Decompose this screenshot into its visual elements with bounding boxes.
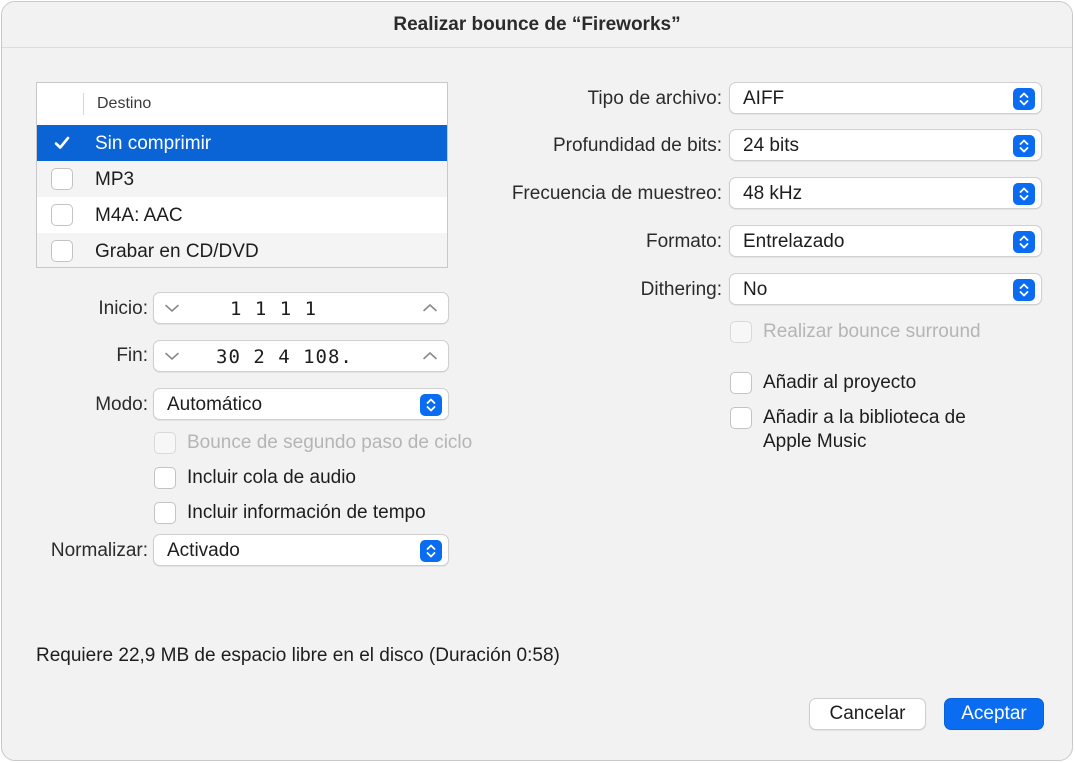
format-label: Formato: [645,231,722,252]
add-library-option[interactable]: Añadir a la biblioteca de Apple Music [730,406,1030,454]
chevron-up-icon[interactable] [421,347,439,365]
destination-row-mp3[interactable]: MP3 [37,161,447,197]
title-bar: Realizar bounce de “Fireworks” [2,2,1072,48]
format-popup[interactable]: Entrelazado [729,225,1042,257]
dialog-title: Realizar bounce de “Fireworks” [393,13,681,35]
start-label: Inicio: [98,298,148,319]
sample-rate-label: Frecuencia de muestreo: [511,183,722,204]
audio-tail-option[interactable]: Incluir cola de audio [154,466,356,490]
start-position-value: 1 1 1 1 [230,298,318,320]
dithering-value: No [743,279,768,300]
bit-depth-label: Profundidad de bits: [552,135,722,156]
updown-arrows-icon [1013,231,1035,253]
cycle-bounce-option: Bounce de segundo paso de ciclo [154,431,472,455]
start-position-field[interactable]: 1 1 1 1 [153,292,449,324]
updown-arrows-icon [1013,88,1035,110]
destination-row-m4a[interactable]: M4A: AAC [37,197,447,233]
add-library-checkbox[interactable] [730,407,752,429]
normalize-label: Normalizar: [50,540,148,561]
updown-arrows-icon [1013,135,1035,157]
destination-uncompressed-checkbox[interactable] [51,132,73,154]
normalize-popup[interactable]: Activado [153,534,449,566]
audio-tail-label: Incluir cola de audio [187,467,356,488]
end-position-value: 30 2 4 108. [216,346,353,368]
surround-checkbox [730,321,752,343]
mode-popup[interactable]: Automático [153,388,449,420]
audio-tail-checkbox[interactable] [154,467,176,489]
destination-row-cd-dvd[interactable]: Grabar en CD/DVD [37,233,447,267]
accept-button[interactable]: Aceptar [944,698,1044,730]
tempo-info-checkbox[interactable] [154,502,176,524]
bounce-dialog: Realizar bounce de “Fireworks” Destino S… [1,1,1073,761]
destination-row-uncompressed[interactable]: Sin comprimir [37,125,447,161]
column-separator [83,93,84,115]
dithering-label: Dithering: [640,279,722,300]
updown-arrows-icon [420,394,442,416]
destination-column-label: Destino [97,95,152,112]
destination-header: Destino [37,83,447,125]
end-position-field[interactable]: 30 2 4 108. [153,340,449,372]
chevron-down-icon[interactable] [163,347,181,365]
chevron-up-icon[interactable] [421,299,439,317]
destination-table: Destino Sin comprimir MP3 M4A: AAC Graba… [36,82,448,268]
updown-arrows-icon [1013,183,1035,205]
sample-rate-value: 48 kHz [743,183,803,204]
destination-cd-dvd-checkbox[interactable] [51,240,73,262]
updown-arrows-icon [420,540,442,562]
destination-label: M4A: AAC [95,205,183,226]
file-type-label: Tipo de archivo: [587,88,722,109]
updown-arrows-icon [1013,279,1035,301]
add-project-option[interactable]: Añadir al proyecto [730,371,916,395]
mode-label: Modo: [95,394,148,415]
file-type-popup[interactable]: AIFF [729,82,1042,114]
cycle-bounce-label: Bounce de segundo paso de ciclo [187,432,473,453]
normalize-value: Activado [167,540,240,561]
destination-m4a-checkbox[interactable] [51,204,73,226]
add-library-label: Añadir a la biblioteca de Apple Music [763,407,966,452]
format-value: Entrelazado [743,231,845,252]
file-type-value: AIFF [743,88,785,109]
checkmark-icon [54,136,70,149]
tempo-info-option[interactable]: Incluir información de tempo [154,501,426,525]
sample-rate-popup[interactable]: 48 kHz [729,177,1042,209]
cancel-button[interactable]: Cancelar [809,698,926,730]
destination-label: MP3 [95,169,135,190]
bit-depth-value: 24 bits [743,135,799,156]
dithering-popup[interactable]: No [729,273,1042,305]
destination-label: Sin comprimir [95,133,212,154]
cycle-bounce-checkbox [154,432,176,454]
add-project-label: Añadir al proyecto [763,372,917,393]
surround-label: Realizar bounce surround [763,321,981,342]
add-project-checkbox[interactable] [730,372,752,394]
end-label: Fin: [116,345,148,366]
surround-option: Realizar bounce surround [730,320,981,344]
chevron-down-icon[interactable] [163,299,181,317]
destination-label: Grabar en CD/DVD [95,241,259,262]
bit-depth-popup[interactable]: 24 bits [729,129,1042,161]
tempo-info-label: Incluir información de tempo [187,502,426,523]
disk-space-info: Requiere 22,9 MB de espacio libre en el … [36,645,560,666]
destination-mp3-checkbox[interactable] [51,168,73,190]
mode-value: Automático [167,394,263,415]
